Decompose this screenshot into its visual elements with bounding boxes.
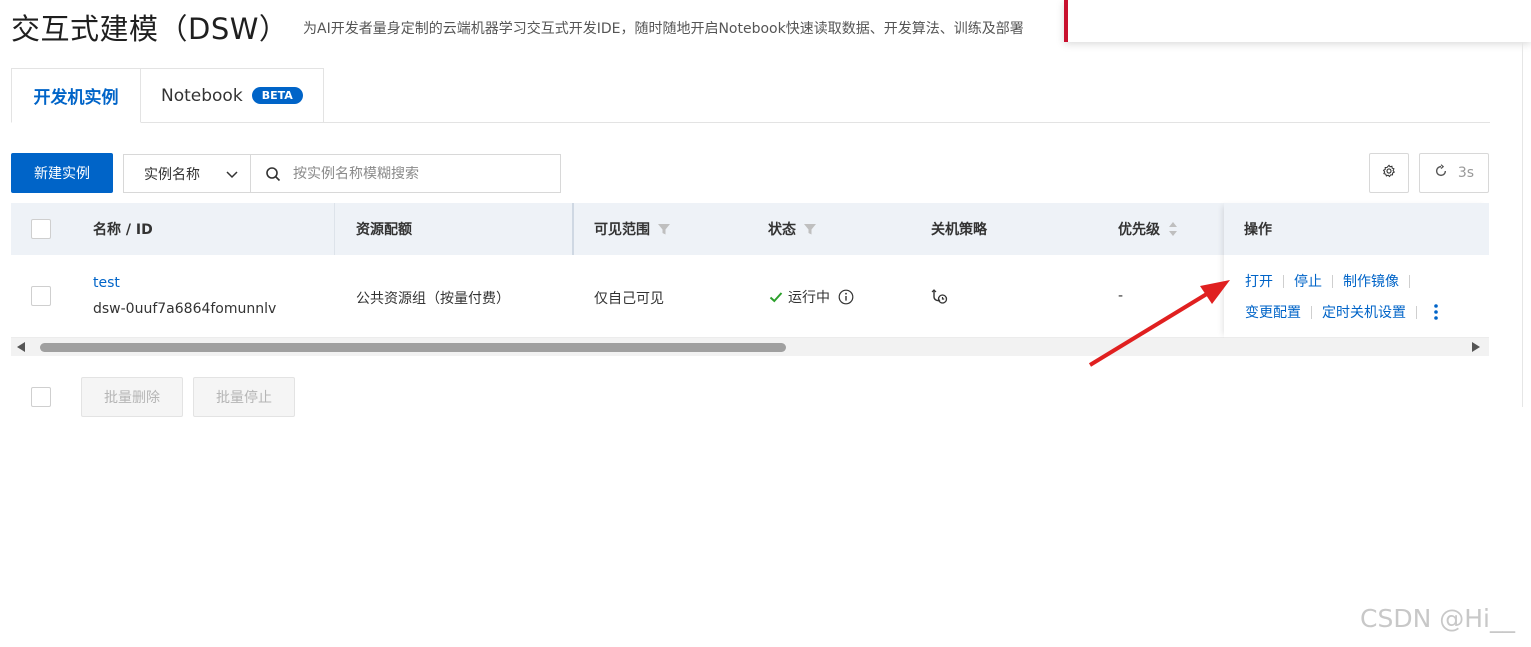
tab-dev-instances[interactable]: 开发机实例	[11, 68, 141, 123]
search-group: 实例名称	[123, 154, 561, 193]
tabs-divider	[324, 122, 1490, 123]
scheduled-shutdown-link[interactable]: 定时关机设置	[1322, 302, 1406, 322]
stop-link[interactable]: 停止	[1294, 271, 1322, 291]
row-select-cell	[31, 286, 51, 306]
sort-icon[interactable]	[1168, 221, 1178, 237]
refresh-interval-label: 3s	[1457, 165, 1475, 181]
horizontal-scrollbar[interactable]	[11, 338, 1489, 356]
filter-icon[interactable]	[657, 222, 671, 236]
visibility-value: 仅自己可见	[594, 291, 664, 307]
create-instance-button[interactable]: 新建实例	[11, 153, 113, 193]
right-rail	[1522, 42, 1531, 407]
column-header-label: 状态	[768, 222, 796, 238]
info-icon[interactable]	[838, 289, 854, 305]
column-header-visibility[interactable]: 可见范围	[594, 203, 671, 255]
actions-column: 打开 停止 制作镜像 变更配置 定时关机设置	[1224, 203, 1489, 338]
filter-icon[interactable]	[803, 222, 817, 236]
status-cell: 运行中	[768, 287, 854, 307]
column-header-priority[interactable]: 优先级	[1118, 203, 1178, 255]
filter-field-select[interactable]: 实例名称	[124, 155, 251, 192]
column-header-label: 可见范围	[594, 222, 650, 238]
gear-icon	[1382, 164, 1396, 182]
scrollbar-thumb[interactable]	[40, 343, 786, 352]
search-icon	[265, 166, 281, 182]
divider	[1409, 274, 1410, 288]
check-icon	[768, 289, 784, 305]
resource-quota: 公共资源组（按量付费）	[356, 291, 510, 307]
column-divider	[334, 203, 335, 255]
column-header-name[interactable]: 名称 / ID	[93, 203, 153, 255]
status-text: 运行中	[788, 290, 830, 306]
tab-bar: 开发机实例 Notebook BETA	[11, 68, 324, 123]
divider	[1311, 305, 1312, 319]
filter-field-value: 实例名称	[144, 166, 200, 183]
scroll-left-arrow-icon[interactable]	[17, 342, 25, 352]
open-link[interactable]: 打开	[1245, 271, 1273, 291]
create-image-link[interactable]: 制作镜像	[1343, 271, 1399, 291]
shutdown-policy-icon[interactable]	[930, 288, 950, 310]
beta-badge: BETA	[251, 87, 303, 104]
priority-value: -	[1118, 288, 1124, 304]
tab-label: 开发机实例	[33, 88, 119, 108]
more-icon[interactable]	[1433, 303, 1439, 321]
divider	[1416, 305, 1417, 319]
actions-line-1: 打开 停止 制作镜像	[1245, 271, 1420, 291]
row-checkbox[interactable]	[31, 286, 51, 306]
chevron-down-icon	[224, 166, 240, 186]
tab-notebook[interactable]: Notebook BETA	[141, 68, 324, 123]
table-settings-button[interactable]	[1369, 153, 1409, 193]
bulk-stop-button[interactable]: 批量停止	[193, 377, 295, 417]
column-header-label: 优先级	[1118, 222, 1160, 238]
refresh-button[interactable]: 3s	[1419, 153, 1489, 193]
select-all-checkbox[interactable]	[31, 219, 51, 239]
instance-name-link[interactable]: test	[93, 275, 120, 291]
floating-panel	[1064, 0, 1531, 42]
refresh-icon	[1434, 164, 1448, 182]
column-header-status[interactable]: 状态	[768, 203, 817, 255]
scroll-right-arrow-icon[interactable]	[1472, 342, 1480, 352]
watermark: CSDN @Hi__	[1360, 604, 1515, 633]
column-divider	[572, 203, 574, 255]
tab-label: Notebook	[161, 85, 243, 106]
column-header-resource[interactable]: 资源配额	[356, 203, 412, 255]
actions-line-2: 变更配置 定时关机设置	[1245, 302, 1439, 322]
instance-id: dsw-0uuf7a6864fomunnlv	[93, 301, 277, 317]
select-all-cell	[31, 203, 51, 255]
bulk-select-checkbox[interactable]	[31, 387, 51, 407]
search-input[interactable]	[293, 165, 553, 182]
bulk-delete-button[interactable]: 批量删除	[81, 377, 183, 417]
divider	[1332, 274, 1333, 288]
change-config-link[interactable]: 变更配置	[1245, 302, 1301, 322]
table-row: test dsw-0uuf7a6864fomunnlv 公共资源组（按量付费） …	[11, 255, 1489, 338]
divider	[1283, 274, 1284, 288]
column-header-shutdown-policy[interactable]: 关机策略	[931, 203, 987, 255]
page-title: 交互式建模（DSW）	[11, 12, 289, 46]
page-subtitle: 为AI开发者量身定制的云端机器学习交互式开发IDE，随时随地开启Notebook…	[303, 21, 1024, 37]
